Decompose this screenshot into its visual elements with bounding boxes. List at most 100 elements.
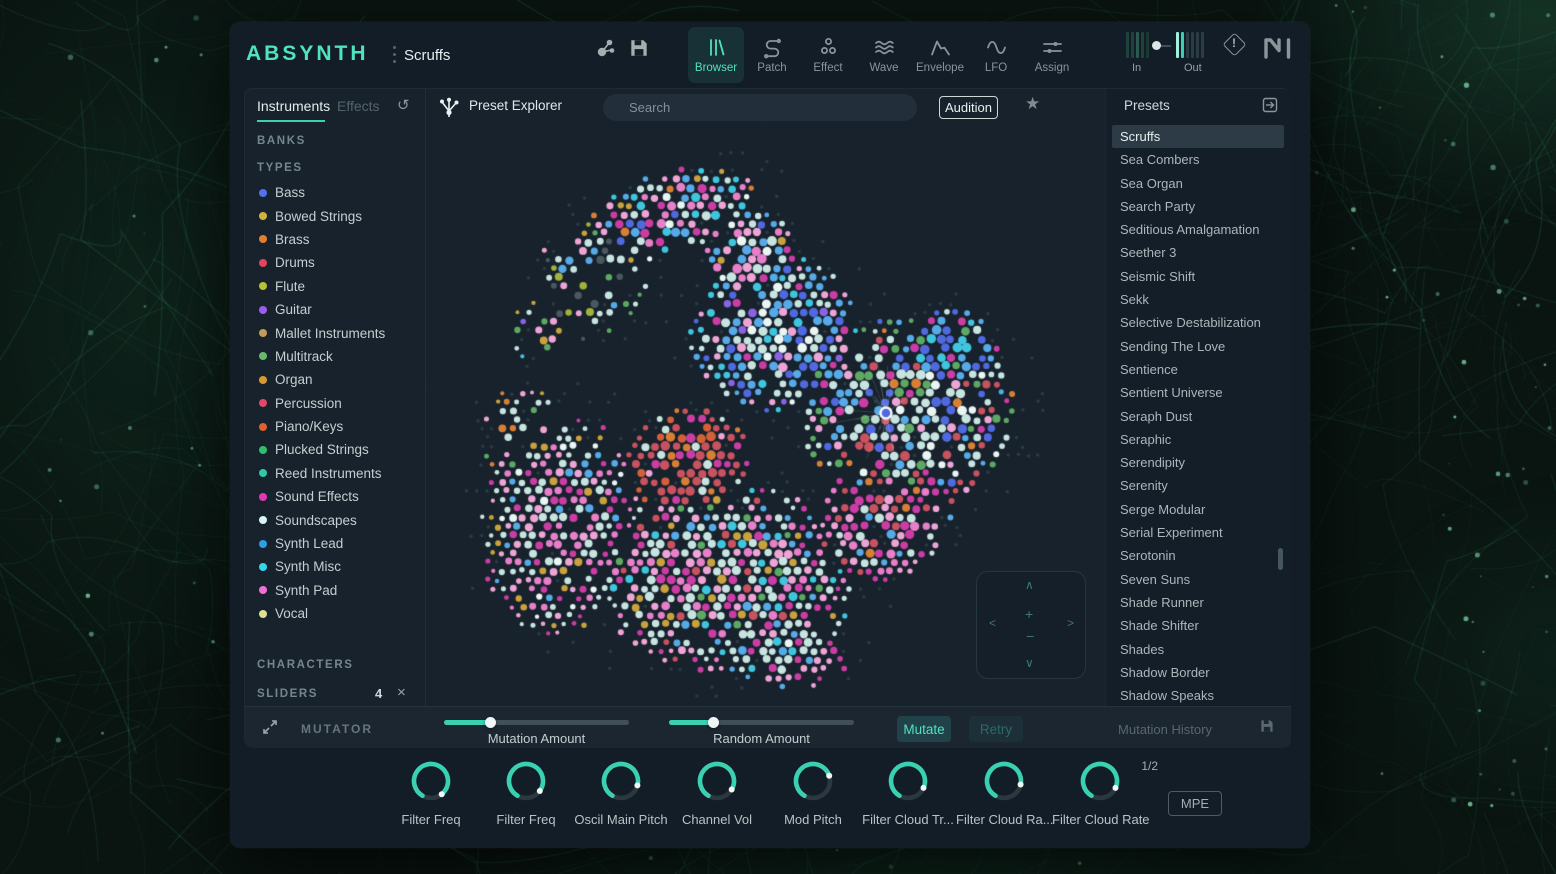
input-meter-label: In	[1132, 62, 1141, 74]
type-item-mallet-instruments[interactable]: Mallet Instruments	[245, 321, 425, 344]
preset-row[interactable]: Serial Experiment	[1112, 521, 1284, 544]
sliders-clear-button[interactable]: ×	[391, 683, 412, 702]
tab-patch[interactable]: Patch	[744, 27, 800, 83]
export-arrow-icon[interactable]	[1262, 97, 1278, 116]
tab-envelope[interactable]: Envelope	[912, 27, 968, 83]
assign-icon	[1041, 36, 1064, 59]
preset-row[interactable]: Serotonin	[1112, 544, 1284, 567]
pan-left-button[interactable]: <	[987, 614, 998, 632]
macro-knob-filter-cloud-rate[interactable]: Filter Cloud Rate	[1052, 757, 1148, 827]
type-item-drums[interactable]: Drums	[245, 251, 425, 274]
preset-row[interactable]: Shade Shifter	[1112, 614, 1284, 637]
preset-row[interactable]: Seismic Shift	[1112, 265, 1284, 288]
audition-button[interactable]: Audition	[939, 96, 998, 119]
type-item-synth-lead[interactable]: Synth Lead	[245, 532, 425, 555]
type-item-vocal[interactable]: Vocal	[245, 602, 425, 625]
macro-knob-mod-pitch[interactable]: Mod Pitch	[765, 757, 861, 827]
macro-knob-oscil-main-pitch[interactable]: Oscil Main Pitch	[573, 757, 669, 827]
section-banks[interactable]: BANKS	[257, 135, 306, 147]
macro-knob-channel-vol[interactable]: Channel Vol	[669, 757, 765, 827]
native-instruments-logo[interactable]	[1262, 36, 1294, 65]
mutation-history-menu[interactable]: Mutation History	[1085, 722, 1245, 737]
macro-knob-filter-cloud-tr-[interactable]: Filter Cloud Tr...	[860, 757, 956, 827]
type-color-dot	[259, 329, 267, 337]
preset-row[interactable]: Scruffs	[1112, 125, 1284, 148]
tab-instruments[interactable]: Instruments	[257, 98, 330, 114]
type-label: Reed Instruments	[275, 466, 382, 481]
preset-row[interactable]: Seraph Dust	[1112, 405, 1284, 428]
preset-row[interactable]: Serendipity	[1112, 451, 1284, 474]
preset-row[interactable]: Sekk	[1112, 288, 1284, 311]
preset-row[interactable]: Seven Suns	[1112, 568, 1284, 591]
tab-wave[interactable]: Wave	[856, 27, 912, 83]
preset-row[interactable]: Shades	[1112, 638, 1284, 661]
macro-knob-filter-freq[interactable]: Filter Freq	[383, 757, 479, 827]
notification-button[interactable]: !	[1222, 32, 1248, 58]
mpe-button[interactable]: MPE	[1168, 791, 1222, 816]
slider-thumb[interactable]	[708, 717, 719, 728]
type-item-flute[interactable]: Flute	[245, 275, 425, 298]
preset-row[interactable]: Sentience	[1112, 358, 1284, 381]
pan-down-button[interactable]: ∨	[1023, 654, 1036, 672]
type-item-plucked-strings[interactable]: Plucked Strings	[245, 438, 425, 461]
pan-up-button[interactable]: ∧	[1023, 576, 1036, 594]
macro-knob-filter-freq[interactable]: Filter Freq	[478, 757, 574, 827]
volume-slider-handle[interactable]	[1152, 41, 1161, 50]
zoom-in-button[interactable]: +	[1023, 604, 1035, 624]
tab-effect[interactable]: Effect	[800, 27, 856, 83]
tab-assign[interactable]: Assign	[1024, 27, 1080, 83]
preset-row[interactable]: Seether 3	[1112, 241, 1284, 264]
type-label: Brass	[275, 232, 310, 247]
macro-knob-filter-cloud-ra-[interactable]: Filter Cloud Ra...	[956, 757, 1052, 827]
type-item-soundscapes[interactable]: Soundscapes	[245, 508, 425, 531]
presets-scrollbar[interactable]	[1278, 548, 1283, 570]
type-item-synth-misc[interactable]: Synth Misc	[245, 555, 425, 578]
refresh-icon[interactable]: ↺	[391, 95, 416, 115]
type-item-organ[interactable]: Organ	[245, 368, 425, 391]
type-item-piano-keys[interactable]: Piano/Keys	[245, 415, 425, 438]
slider-thumb[interactable]	[485, 717, 496, 728]
type-item-synth-pad[interactable]: Synth Pad	[245, 579, 425, 602]
retry-button[interactable]: Retry	[969, 716, 1023, 742]
type-item-bass[interactable]: Bass	[245, 181, 425, 204]
section-types[interactable]: TYPES	[257, 162, 303, 174]
favorite-star-icon[interactable]: ★	[1019, 93, 1046, 115]
preset-row[interactable]: Seraphic	[1112, 428, 1284, 451]
search-input[interactable]	[603, 94, 917, 121]
type-color-dot	[259, 259, 267, 267]
preset-row[interactable]: Seditious Amalgamation	[1112, 218, 1284, 241]
type-item-brass[interactable]: Brass	[245, 228, 425, 251]
preset-row[interactable]: Sea Organ	[1112, 172, 1284, 195]
preset-row[interactable]: Shadow Border	[1112, 661, 1284, 684]
save-preset-button[interactable]	[626, 36, 652, 62]
type-item-multitrack[interactable]: Multitrack	[245, 345, 425, 368]
pan-right-button[interactable]: >	[1065, 614, 1076, 632]
type-item-bowed-strings[interactable]: Bowed Strings	[245, 204, 425, 227]
type-item-guitar[interactable]: Guitar	[245, 298, 425, 321]
preset-row[interactable]: Serenity	[1112, 474, 1284, 497]
preset-row[interactable]: Sea Combers	[1112, 148, 1284, 171]
preset-row[interactable]: Sentient Universe	[1112, 381, 1284, 404]
preset-row[interactable]: Shadow Speaks	[1112, 684, 1284, 707]
mutation-save-icon[interactable]	[1259, 718, 1275, 737]
app-logo: ABSYNTH	[246, 42, 369, 66]
type-item-percussion[interactable]: Percussion	[245, 392, 425, 415]
preset-row[interactable]: Serge Modular	[1112, 498, 1284, 521]
output-meter-label: Out	[1184, 62, 1202, 74]
mutate-button[interactable]: Mutate	[897, 716, 951, 742]
section-characters[interactable]: CHARACTERS	[257, 659, 354, 671]
tab-effects[interactable]: Effects	[337, 98, 380, 114]
expand-icon[interactable]	[261, 718, 279, 739]
zoom-out-button[interactable]: −	[1024, 626, 1036, 646]
tab-browser[interactable]: Browser	[688, 27, 744, 83]
type-color-dot	[259, 306, 267, 314]
type-item-reed-instruments[interactable]: Reed Instruments	[245, 462, 425, 485]
preset-row[interactable]: Sending The Love	[1112, 335, 1284, 358]
mutator-molecule-button[interactable]	[593, 36, 619, 62]
preset-row[interactable]: Selective Destabilization	[1112, 311, 1284, 334]
preset-row[interactable]: Shade Runner	[1112, 591, 1284, 614]
section-sliders[interactable]: SLIDERS	[257, 688, 318, 700]
tab-lfo[interactable]: LFO	[968, 27, 1024, 83]
preset-row[interactable]: Search Party	[1112, 195, 1284, 218]
type-item-sound-effects[interactable]: Sound Effects	[245, 485, 425, 508]
